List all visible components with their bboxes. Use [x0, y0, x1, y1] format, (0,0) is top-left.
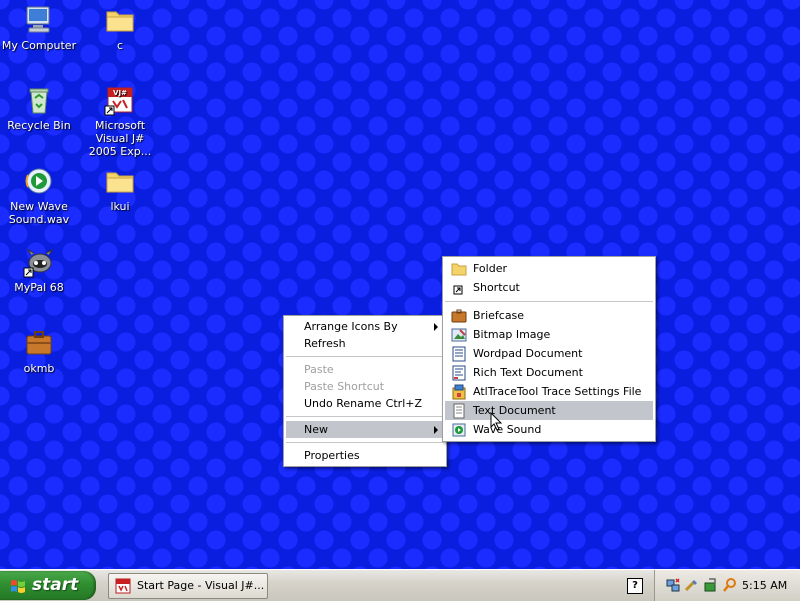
menu-item-label: Properties: [304, 449, 360, 462]
submenu-item-label: Folder: [473, 262, 507, 275]
desktop-icon-label: lkui: [110, 200, 130, 213]
tools-icon[interactable]: [684, 577, 700, 593]
submenu-item-label: AtlTraceTool Trace Settings File: [473, 385, 642, 398]
desktop-icon-my-computer[interactable]: My Computer: [1, 4, 77, 52]
sync-icon[interactable]: [703, 577, 719, 593]
start-button[interactable]: start: [0, 571, 96, 600]
vjsharp-icon: VJ#: [104, 87, 133, 116]
desktop-icon-label: New Wave Sound.wav: [8, 200, 70, 226]
menu-item-properties[interactable]: Properties: [286, 447, 444, 464]
bitmap-icon: [451, 328, 467, 342]
vjsharp-icon: [115, 578, 131, 594]
mypal-icon: [23, 248, 54, 278]
menu-item-label: Undo Rename: [304, 397, 382, 410]
windows-logo-icon: [11, 580, 25, 593]
submenu-item-briefcase[interactable]: Briefcase: [445, 306, 653, 325]
submenu-item-label: Wordpad Document: [473, 347, 583, 360]
taskbar-button-start-page[interactable]: Start Page - Visual J#...: [108, 573, 268, 599]
recycle-bin-icon: [29, 88, 49, 114]
media-player-icon: [25, 168, 52, 194]
taskbar: start Start Page - Visual J#... ? 5:15 A…: [0, 569, 800, 601]
network-icon[interactable]: [665, 577, 681, 593]
desktop-icon-okmb[interactable]: okmb: [1, 327, 77, 375]
menu-item-undo-rename[interactable]: Undo Rename Ctrl+Z: [286, 395, 444, 412]
new-submenu: Folder Shortcut Briefcase Bitmap Image W…: [442, 256, 656, 442]
menu-separator: [286, 442, 444, 443]
submenu-arrow-icon: [434, 426, 438, 434]
start-label: start: [32, 575, 79, 595]
submenu-item-wordpad-document[interactable]: Wordpad Document: [445, 344, 653, 363]
rich-text-icon: [452, 365, 466, 381]
folder-icon: [451, 263, 467, 276]
menu-item-refresh[interactable]: Refresh: [286, 335, 444, 352]
desktop-icon-label: My Computer: [1, 39, 77, 52]
briefcase-icon: [451, 309, 467, 323]
wordpad-icon: [452, 346, 466, 362]
mouse-cursor-icon: [490, 412, 503, 431]
folder-icon: [106, 172, 134, 193]
menu-item-paste-shortcut[interactable]: Paste Shortcut: [286, 378, 444, 395]
submenu-item-label: Shortcut: [473, 281, 520, 294]
desktop-icon-label: c: [116, 39, 124, 52]
svg-text:VJ#: VJ#: [113, 89, 127, 97]
desktop-icon-vjsharp[interactable]: VJ# Microsoft Visual J# 2005 Exp...: [82, 84, 158, 158]
desktop-icon-label: Microsoft Visual J# 2005 Exp...: [88, 119, 152, 158]
submenu-item-shortcut[interactable]: Shortcut: [445, 278, 653, 297]
help-icon[interactable]: ?: [627, 578, 643, 594]
submenu-item-text-document[interactable]: Text Document: [445, 401, 653, 420]
submenu-item-rich-text-document[interactable]: Rich Text Document: [445, 363, 653, 382]
taskbar-button-label: Start Page - Visual J#...: [137, 579, 265, 592]
menu-item-label: Paste: [304, 363, 334, 376]
desktop-icon-label: okmb: [23, 362, 55, 375]
computer-icon: [26, 6, 50, 33]
menu-item-arrange-icons-by[interactable]: Arrange Icons By: [286, 318, 444, 335]
submenu-item-wave-sound[interactable]: Wave Sound: [445, 420, 653, 439]
submenu-item-label: Text Document: [473, 404, 556, 417]
menu-separator: [445, 301, 653, 302]
submenu-arrow-icon: [434, 323, 438, 331]
desktop-icon-label: MyPal 68: [14, 281, 64, 294]
submenu-item-folder[interactable]: Folder: [445, 259, 653, 278]
briefcase-icon: [26, 331, 52, 355]
desktop-icon-mypal[interactable]: MyPal 68: [1, 246, 77, 294]
menu-item-new[interactable]: New: [286, 421, 444, 438]
menu-item-label: Refresh: [304, 337, 346, 350]
menu-item-paste[interactable]: Paste: [286, 361, 444, 378]
menu-separator: [286, 356, 444, 357]
menu-item-label: Arrange Icons By: [304, 320, 398, 333]
folder-icon: [106, 11, 134, 32]
submenu-item-label: Briefcase: [473, 309, 525, 322]
submenu-item-label: Rich Text Document: [473, 366, 583, 379]
desktop-icon-new-wave-sound[interactable]: New Wave Sound.wav: [1, 165, 77, 226]
desktop-icon-lkui[interactable]: lkui: [82, 165, 158, 213]
search-icon[interactable]: [722, 577, 738, 593]
text-document-icon: [453, 403, 465, 419]
submenu-item-bitmap-image[interactable]: Bitmap Image: [445, 325, 653, 344]
menu-separator: [286, 416, 444, 417]
desktop-icon-recycle-bin[interactable]: Recycle Bin: [1, 84, 77, 132]
desktop-icon-label: Recycle Bin: [7, 119, 71, 132]
submenu-item-atltracetool-settings[interactable]: AtlTraceTool Trace Settings File: [445, 382, 653, 401]
clock[interactable]: 5:15 AM: [742, 570, 787, 601]
desktop-context-menu: Arrange Icons By Refresh Paste Paste Sho…: [283, 315, 447, 467]
submenu-item-label: Bitmap Image: [473, 328, 551, 341]
submenu-item-label: Wave Sound: [473, 423, 542, 436]
wave-sound-icon: [452, 423, 466, 437]
shortcut-icon: [453, 285, 463, 295]
menu-item-accelerator: Ctrl+Z: [385, 397, 422, 410]
desktop-icon-c[interactable]: c: [82, 4, 158, 52]
menu-item-label: New: [304, 423, 328, 436]
menu-item-label: Paste Shortcut: [304, 380, 385, 393]
system-tray: 5:15 AM: [654, 570, 800, 601]
trace-settings-icon: [452, 384, 466, 400]
